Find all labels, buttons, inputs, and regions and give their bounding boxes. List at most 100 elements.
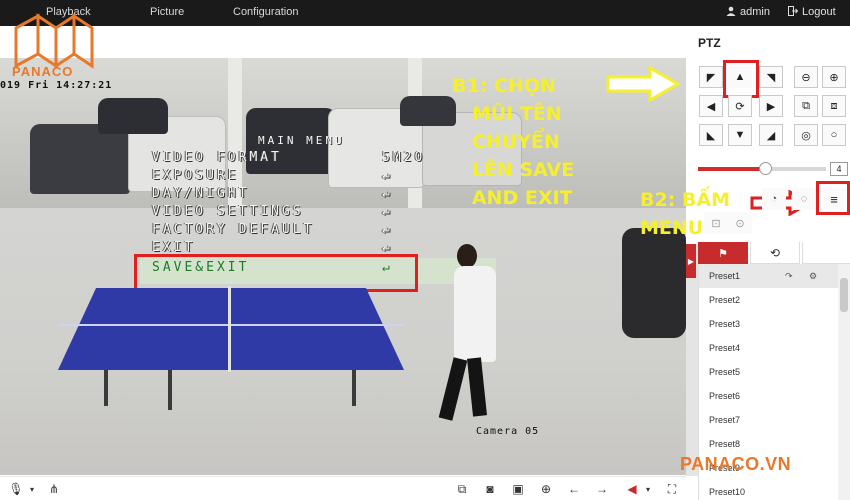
ptz-down-button[interactable]: ▼ (728, 124, 752, 146)
arrow-right-icon[interactable]: → (594, 482, 610, 496)
table-leg (352, 370, 356, 406)
top-nav-bar: Playback Picture Configuration admin Log… (0, 0, 850, 26)
ptz-speed-slider[interactable] (698, 162, 826, 175)
ptz-speed-thumb[interactable] (758, 162, 772, 175)
table-leg (168, 370, 172, 410)
list-item[interactable]: Preset5 (699, 360, 839, 384)
ptz-up-highlight-box (723, 60, 759, 98)
watermark: PANACO.VN (680, 454, 792, 474)
ptz-up-left-button[interactable]: ◤ (699, 66, 723, 88)
parked-car (400, 96, 456, 126)
list-item[interactable]: Preset1 ↷ ⚙ (699, 264, 839, 288)
patrol-icon: ⟲ (769, 245, 781, 260)
annotation-arrow-icon (606, 66, 680, 102)
table-leg (104, 370, 108, 406)
ptz-up-right-button[interactable]: ◥ (759, 66, 783, 88)
volume-icon[interactable]: ◀ (624, 482, 640, 496)
annotation-step-1: B1: CHỌN MŨI TÊN CHUYỂN LÊN SAVE AND EXI… (452, 75, 575, 209)
preset-name: Preset1 (709, 271, 741, 281)
tab-configuration[interactable]: Configuration (233, 6, 298, 18)
light-icon[interactable]: ◔ (762, 188, 786, 210)
preset-scrollbar[interactable] (838, 264, 850, 500)
iris-open-icon[interactable]: ◎ (794, 124, 818, 146)
focus-far-icon[interactable]: ⧈ (822, 95, 846, 117)
save-exit-highlight-box (134, 254, 418, 292)
logout-icon (788, 6, 798, 16)
gear-icon[interactable]: ⚙ (809, 264, 817, 288)
menu-highlight-box (816, 181, 850, 215)
user-menu[interactable]: admin (726, 6, 770, 18)
osd-item-exit: EXIT (152, 240, 196, 255)
user-name: admin (740, 6, 770, 18)
wiper-icon[interactable]: ◌ (792, 188, 816, 210)
parked-car (98, 98, 168, 134)
osd-video-format-value: 5M20 (382, 150, 426, 165)
enter-icon: ↵ (382, 186, 393, 201)
table-centerline (58, 324, 404, 326)
tab-patrol[interactable]: ⟲ (750, 242, 800, 264)
list-item[interactable]: Preset6 (699, 384, 839, 408)
preset-name: Preset6 (709, 391, 741, 401)
collapse-panel-button[interactable]: ▶ (686, 244, 696, 278)
osd-item-day-night: DAY/NIGHT (152, 186, 250, 201)
ptz-panel-title: PTZ (698, 36, 721, 50)
enter-icon: ↵ (382, 204, 393, 219)
preset-name: Preset2 (709, 295, 741, 305)
parked-car (30, 124, 130, 194)
list-item[interactable]: Preset7 (699, 408, 839, 432)
osd-item-video-format: VIDEO FORMAT (152, 150, 282, 165)
camera-snapshot-icon[interactable]: ◙ (482, 482, 498, 496)
ptz-down-right-button[interactable]: ◢ (759, 124, 783, 146)
preset-name: Preset8 (709, 439, 741, 449)
aux-zoom-icon[interactable]: ⊙ (728, 212, 752, 234)
audio-signal-icon[interactable]: ⋔ (46, 482, 62, 496)
tab-picture[interactable]: Picture (150, 6, 184, 18)
arrow-left-icon[interactable]: ← (566, 482, 582, 496)
logout-label: Logout (802, 6, 836, 18)
zoom-icon[interactable]: ⊕ (538, 482, 554, 496)
zoom-out-icon[interactable]: ⊖ (794, 66, 818, 88)
record-icon[interactable]: ▣ (510, 482, 526, 496)
list-item[interactable]: Preset3 (699, 312, 839, 336)
parked-motorbike (622, 228, 686, 338)
list-item[interactable]: Preset4 (699, 336, 839, 360)
osd-item-video-settings: VIDEO SETTINGS (152, 204, 304, 219)
logout-button[interactable]: Logout (788, 6, 836, 18)
tab-pattern[interactable] (802, 242, 850, 264)
live-video-view[interactable]: 019 Fri 14:27:21 MAIN MENU VIDEO FORMAT … (0, 58, 686, 475)
tab-preset[interactable]: ⚑ (698, 242, 748, 264)
fullscreen-icon[interactable]: ⛶ (664, 482, 680, 496)
ptz-auto-button[interactable]: ⟳ (728, 95, 752, 117)
list-item[interactable]: Preset2 (699, 288, 839, 312)
ptz-speed-fill (698, 167, 765, 171)
player-head (457, 244, 477, 268)
zoom-in-icon[interactable]: ⊕ (822, 66, 846, 88)
aux-focus-icon[interactable]: ⊡ (704, 212, 728, 234)
list-item[interactable]: Preset8 (699, 432, 839, 456)
list-item[interactable]: Preset10 (699, 480, 839, 500)
ptz-left-button[interactable]: ◀ (699, 95, 723, 117)
iris-close-icon[interactable]: ○ (822, 124, 846, 146)
preset-name: Preset4 (709, 343, 741, 353)
ptz-down-left-button[interactable]: ◣ (699, 124, 723, 146)
osd-item-exposure: EXPOSURE (152, 168, 239, 183)
panel-divider (686, 244, 698, 476)
chevron-down-icon[interactable]: ▾ (24, 482, 40, 496)
window-layout-icon[interactable]: ⧉ (454, 482, 470, 496)
chevron-down-icon[interactable]: ▾ (640, 482, 656, 496)
ping-pong-table (58, 288, 404, 370)
call-preset-icon[interactable]: ↷ (785, 264, 793, 288)
scrollbar-thumb[interactable] (840, 278, 848, 312)
ptz-right-button[interactable]: ▶ (759, 95, 783, 117)
osd-item-factory-default: FACTORY DEFAULT (152, 222, 315, 237)
preset-name: Preset7 (709, 415, 741, 425)
preset-name: Preset3 (709, 319, 741, 329)
user-icon (726, 6, 736, 16)
player-body (454, 266, 496, 362)
osd-menu-title: MAIN MENU (258, 134, 345, 147)
enter-icon: ↵ (382, 168, 393, 183)
table-net (228, 286, 231, 372)
focus-near-icon[interactable]: ⧉ (794, 95, 818, 117)
flag-icon: ⚑ (718, 247, 728, 260)
microphone-icon[interactable]: 🎙 (8, 482, 24, 496)
